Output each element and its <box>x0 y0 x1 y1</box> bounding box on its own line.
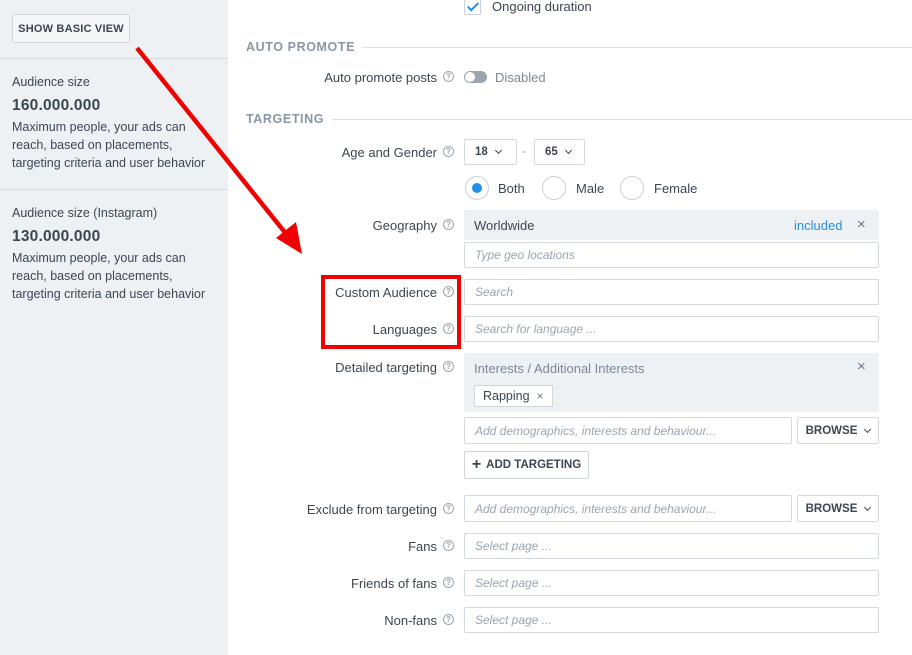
annotation-highlight-box <box>321 275 461 349</box>
